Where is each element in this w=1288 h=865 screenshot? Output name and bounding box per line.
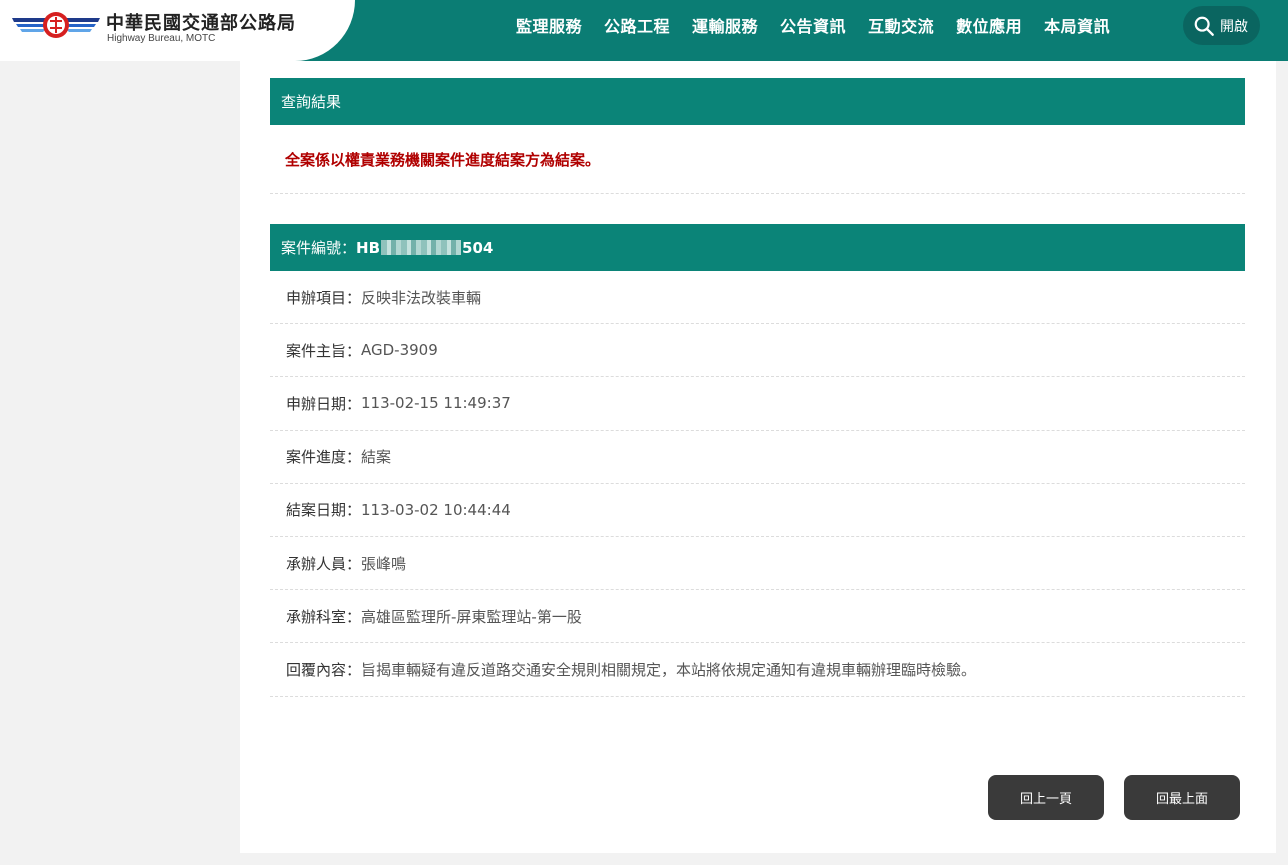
detail-value: 旨揭車輛疑有違反道路交通安全規則相關規定，本站將依規定通知有違規車輛辦理臨時檢驗… bbox=[361, 660, 977, 679]
detail-row-item: 申辦項目： 反映非法改裝車輛 bbox=[270, 271, 1245, 325]
detail-row-reply: 回覆內容： 旨揭車輛疑有違反道路交通安全規則相關規定，本站將依規定通知有違規車輛… bbox=[270, 643, 1245, 697]
result-notice: 全案係以權責業務機關案件進度結案方為結案。 bbox=[285, 151, 601, 169]
case-number-prefix: HB bbox=[356, 238, 381, 257]
logo-title-en: Highway Bureau, MOTC bbox=[107, 33, 216, 44]
case-number-bar: 案件編號： HB 504 bbox=[270, 224, 1245, 271]
detail-label: 案件進度： bbox=[286, 448, 362, 467]
detail-value: 高雄區監理所-屏東監理站-第一股 bbox=[361, 607, 582, 626]
detail-value: 113-02-15 11:49:37 bbox=[361, 394, 511, 413]
back-to-top-button[interactable]: 回最上面 bbox=[1124, 775, 1240, 820]
nav-item-announcements[interactable]: 公告資訊 bbox=[780, 13, 846, 37]
detail-row-close-date: 結案日期： 113-03-02 10:44:44 bbox=[270, 484, 1245, 537]
detail-value: AGD-3909 bbox=[361, 341, 438, 360]
result-title: 查詢結果 bbox=[281, 93, 342, 111]
detail-label: 回覆內容： bbox=[286, 660, 362, 679]
detail-row-apply-date: 申辦日期： 113-02-15 11:49:37 bbox=[270, 377, 1245, 431]
search-toggle-label: 開啟 bbox=[1220, 18, 1248, 35]
detail-row-officer: 承辦人員： 張峰鳴 bbox=[270, 537, 1245, 591]
detail-value: 反映非法改裝車輛 bbox=[361, 288, 482, 307]
detail-row-progress: 案件進度： 結案 bbox=[270, 431, 1245, 484]
detail-label: 承辦人員： bbox=[286, 554, 362, 573]
case-number-label: 案件編號： bbox=[281, 239, 357, 257]
nav-item-about[interactable]: 本局資訊 bbox=[1044, 13, 1110, 37]
detail-value: 113-03-02 10:44:44 bbox=[361, 500, 511, 519]
highway-bureau-logo-icon bbox=[12, 12, 100, 38]
search-toggle-button[interactable]: 開啟 bbox=[1183, 6, 1260, 45]
detail-value: 張峰鳴 bbox=[361, 554, 407, 573]
nav-item-engineering[interactable]: 公路工程 bbox=[604, 13, 670, 37]
logo[interactable]: 中華民國交通部公路局 Highway Bureau, MOTC bbox=[0, 0, 355, 61]
divider bbox=[270, 193, 1245, 194]
case-number-suffix: 504 bbox=[462, 238, 494, 257]
detail-label: 結案日期： bbox=[286, 501, 362, 520]
result-title-bar: 查詢結果 bbox=[270, 78, 1245, 125]
detail-label: 案件主旨： bbox=[286, 341, 362, 360]
detail-row-subject: 案件主旨： AGD-3909 bbox=[270, 324, 1245, 378]
detail-label: 承辦科室： bbox=[286, 607, 362, 626]
nav-item-transport[interactable]: 運輸服務 bbox=[692, 13, 758, 37]
case-details: 申辦項目： 反映非法改裝車輛 案件主旨： AGD-3909 申辦日期： 113-… bbox=[270, 271, 1245, 697]
detail-row-department: 承辦科室： 高雄區監理所-屏東監理站-第一股 bbox=[270, 590, 1245, 644]
nav-item-interaction[interactable]: 互動交流 bbox=[868, 13, 934, 37]
content-panel: 查詢結果 全案係以權責業務機關案件進度結案方為結案。 案件編號： HB 504 … bbox=[240, 61, 1276, 853]
nav-item-digital[interactable]: 數位應用 bbox=[956, 13, 1022, 37]
main-nav: 監理服務 公路工程 運輸服務 公告資訊 互動交流 數位應用 本局資訊 bbox=[505, 0, 1121, 50]
logo-title-zh: 中華民國交通部公路局 bbox=[106, 13, 296, 34]
detail-value: 結案 bbox=[361, 448, 392, 467]
site-header: 中華民國交通部公路局 Highway Bureau, MOTC 監理服務 公路工… bbox=[0, 0, 1288, 61]
nav-item-supervision[interactable]: 監理服務 bbox=[516, 13, 582, 37]
search-icon bbox=[1194, 16, 1214, 36]
detail-label: 申辦日期： bbox=[286, 394, 362, 413]
back-button[interactable]: 回上一頁 bbox=[988, 775, 1104, 820]
redacted-mask bbox=[381, 240, 462, 255]
detail-label: 申辦項目： bbox=[286, 288, 362, 307]
